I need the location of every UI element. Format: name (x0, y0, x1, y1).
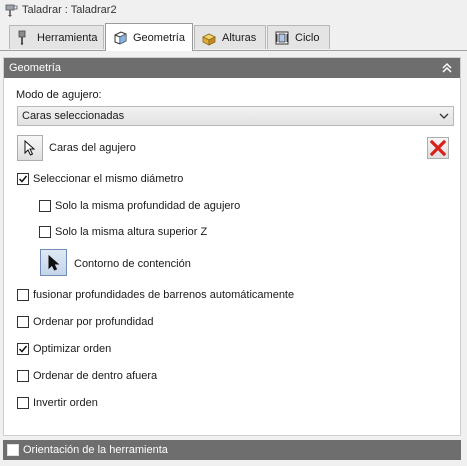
checkbox-box[interactable] (17, 289, 29, 301)
cycle-icon (275, 31, 289, 44)
same-depth-label: Solo la misma profundidad de agujero (55, 200, 241, 212)
checkbox-box[interactable] (17, 173, 29, 185)
hole-faces-label: Caras del agujero (49, 142, 136, 154)
cursor-arrow-icon (48, 254, 59, 271)
cube-icon (114, 30, 127, 45)
window-titlebar: Taladrar : Taladrar2 (0, 0, 467, 20)
checkbox-box[interactable] (39, 226, 51, 238)
heights-icon (202, 33, 216, 46)
order-by-depth-label: Ordenar por profundidad (33, 316, 154, 328)
tab-ciclo[interactable]: Ciclo (267, 25, 330, 49)
tab-alturas[interactable]: Alturas (194, 25, 266, 49)
cursor-arrow-icon (24, 140, 36, 156)
checkbox-box[interactable] (17, 343, 29, 355)
drill-tool-icon (18, 30, 26, 45)
clear-selection-button[interactable] (427, 137, 449, 159)
hole-mode-select[interactable]: Caras seleccionadas (17, 106, 454, 126)
drill-operation-icon (5, 4, 18, 17)
reverse-order-label: Invertir orden (33, 397, 98, 409)
checkbox-box[interactable] (17, 316, 29, 328)
containment-label: Contorno de contención (74, 258, 191, 270)
checkmark-icon (18, 175, 28, 183)
inside-out-label: Ordenar de dentro afuera (33, 370, 158, 382)
same-diameter-checkbox[interactable]: Seleccionar el mismo diámetro (17, 172, 183, 186)
same-top-z-label: Solo la misma altura superior Z (55, 226, 208, 238)
checkbox-box[interactable] (39, 200, 51, 212)
merge-depths-label: fusionar profundidades de barrenos autom… (33, 289, 295, 301)
tab-herramienta[interactable]: Herramienta (9, 25, 104, 49)
containment-boundary-button[interactable] (40, 249, 67, 276)
checkbox-box[interactable] (17, 397, 29, 409)
collapse-icon[interactable] (440, 61, 454, 75)
tab-bar: Herramienta Geometría Alturas Ciclo (0, 23, 467, 51)
geometry-section-header[interactable]: Geometría (4, 58, 460, 78)
window-title: Taladrar : Taladrar2 (22, 4, 117, 16)
inside-out-checkbox[interactable]: Ordenar de dentro afuera (17, 369, 157, 383)
geometry-section-title: Geometría (9, 62, 61, 74)
same-diameter-label: Seleccionar el mismo diámetro (33, 173, 184, 185)
tool-orientation-checkbox[interactable] (7, 444, 19, 456)
hole-mode-value: Caras seleccionadas (22, 110, 125, 122)
optimize-order-checkbox[interactable]: Optimizar orden (17, 342, 111, 356)
tool-orientation-section-header[interactable]: Orientación de la herramienta (3, 440, 461, 460)
select-hole-faces-button[interactable] (17, 135, 43, 161)
checkbox-box[interactable] (17, 370, 29, 382)
clear-x-icon (430, 140, 446, 156)
same-top-z-checkbox[interactable]: Solo la misma altura superior Z (39, 225, 207, 239)
optimize-order-label: Optimizar orden (33, 343, 112, 355)
reverse-order-checkbox[interactable]: Invertir orden (17, 396, 98, 410)
merge-depths-checkbox[interactable]: fusionar profundidades de barrenos autom… (17, 288, 294, 302)
tool-orientation-label: Orientación de la herramienta (23, 444, 168, 456)
tab-geometria[interactable]: Geometría (105, 23, 193, 51)
checkmark-icon (18, 345, 28, 353)
geometry-panel: Geometría Modo de agujero: Caras selecci… (3, 57, 461, 436)
order-by-depth-checkbox[interactable]: Ordenar por profundidad (17, 315, 153, 329)
same-depth-checkbox[interactable]: Solo la misma profundidad de agujero (39, 199, 240, 213)
chevron-down-icon (439, 113, 449, 119)
hole-mode-label: Modo de agujero: (16, 89, 102, 101)
